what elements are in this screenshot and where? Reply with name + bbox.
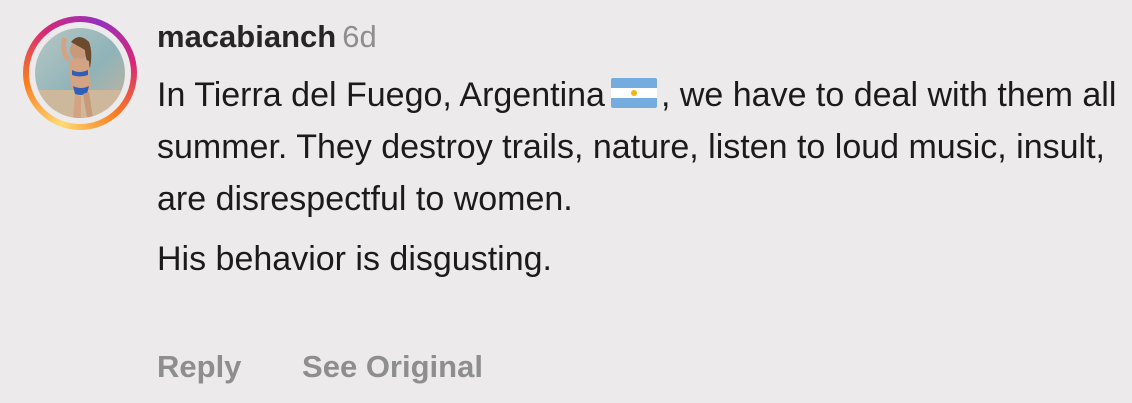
comment-text: In Tierra del Fuego, Argentina , we have…: [157, 69, 1117, 225]
username[interactable]: macabianch: [157, 19, 336, 54]
story-ring[interactable]: [23, 16, 137, 130]
reply-button[interactable]: Reply: [157, 349, 241, 384]
comment-text-paragraph-2: His behavior is disgusting.: [157, 240, 552, 278]
avatar-photo: [35, 28, 125, 118]
avatar[interactable]: [35, 28, 125, 118]
see-original-button[interactable]: See Original: [302, 349, 483, 384]
comment-text-part1: In Tierra del Fuego, Argentina: [157, 76, 605, 114]
timestamp: 6d: [342, 19, 377, 54]
comment-actions: Reply See Original: [157, 345, 483, 389]
comment-content: macabianch 6d In Tierra del Fuego, Argent…: [157, 17, 1117, 285]
argentina-flag-icon: [610, 71, 657, 108]
comment-item: macabianch 6d In Tierra del Fuego, Argent…: [0, 0, 1132, 403]
comment-header: macabianch 6d: [157, 17, 1117, 57]
